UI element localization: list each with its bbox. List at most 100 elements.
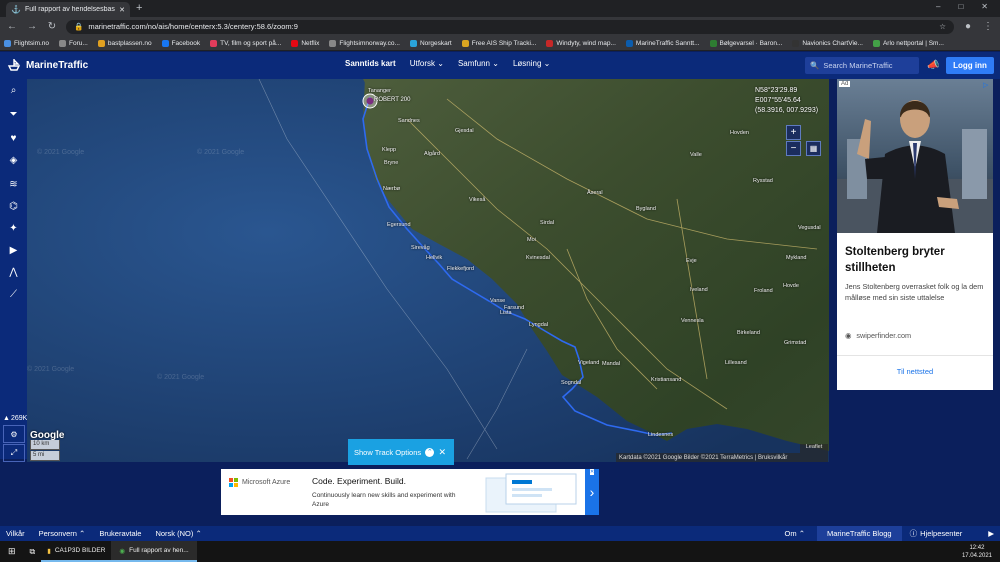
help-icon: ⓘ — [909, 529, 918, 538]
layers-icon[interactable]: ◈ — [0, 151, 27, 169]
address-bar-row: ← → ↻ 🔒 marinetraffic.com/no/ais/home/ce… — [0, 17, 1000, 36]
bookmark-item[interactable]: bastplassen.no — [97, 39, 152, 47]
bookmark-item[interactable]: Netflix — [291, 39, 320, 47]
lock-icon: 🔒 — [74, 22, 84, 31]
side-advertisement[interactable]: Ad ▷ Stoltenberg bryter stillheten Jens … — [837, 79, 993, 390]
close-window-button[interactable]: ✕ — [981, 2, 988, 11]
nav-community[interactable]: Samfunn ⌄ — [458, 59, 499, 68]
close-tab-icon[interactable]: ✕ — [119, 6, 125, 14]
bookmark-label: Foru... — [69, 39, 88, 47]
menu-dots-icon[interactable]: ⋮ — [982, 21, 994, 32]
show-track-options-label: Show Track Options — [354, 447, 422, 457]
filter-icon[interactable]: ⏷ — [0, 105, 27, 123]
new-tab-button[interactable]: + — [136, 2, 142, 14]
bookmark-item[interactable]: TV, film og sport på... — [210, 39, 281, 47]
android-icon[interactable]: ▶ — [982, 529, 1000, 538]
footer-link[interactable]: Personvern ⌃ — [39, 529, 86, 538]
route-icon[interactable]: ⋀ — [0, 263, 27, 281]
maximize-button[interactable]: □ — [958, 2, 963, 11]
bookmark-item[interactable]: Flightsim.no — [4, 39, 50, 47]
bookmark-item[interactable]: Free AIS Ship Tracki... — [461, 39, 536, 47]
leaflet-attribution[interactable]: Leaflet — [800, 444, 828, 453]
ad-cta-link[interactable]: Til nettsted — [837, 367, 993, 376]
analytics-icon[interactable]: ⟋ — [0, 285, 27, 303]
play-icon[interactable]: ▶ — [0, 241, 27, 259]
bookmark-label: Netflix — [301, 39, 320, 47]
google-watermark: © 2021 Google — [157, 374, 205, 381]
nav-solutions[interactable]: Løsning ⌄ — [513, 59, 550, 68]
bookmark-item[interactable]: MarineTraffic Sanntt... — [625, 39, 700, 47]
fullscreen-icon[interactable]: ⤢ — [3, 444, 25, 462]
bookmark-label: Flightsim.no — [14, 39, 50, 47]
back-icon[interactable]: ← — [6, 21, 18, 32]
vessel-label[interactable]: ROBERT 200 — [374, 97, 410, 103]
show-track-options-button[interactable]: Show Track Options ⌃ ✕ — [348, 439, 454, 465]
footer-blog-link[interactable]: MarineTraffic Blogg — [816, 526, 902, 541]
marinetraffic-logo[interactable]: MarineTraffic — [6, 58, 88, 72]
ad-close-icon[interactable]: ✕ — [590, 469, 595, 475]
chevron-up-icon[interactable]: ⌃ — [425, 447, 435, 457]
bottom-advertisement[interactable]: Microsoft Azure Code. Experiment. Build.… — [221, 469, 599, 515]
globe-icon: ◉ — [845, 331, 852, 340]
login-button[interactable]: Logg inn — [946, 57, 994, 74]
zoom-in-button[interactable]: + — [786, 125, 801, 140]
footer-help-link[interactable]: ⓘ Hjelpesenter — [902, 528, 971, 539]
footer-link[interactable]: Norsk (NO) ⌃ — [155, 529, 201, 538]
taskbar-chrome[interactable]: ◉ Full rapport av hen... — [111, 541, 197, 562]
live-map[interactable]: Tananger Sandnes Gjesdal Klepp Bryne Algård Næ… — [27, 79, 829, 462]
search-placeholder: Search MarineTraffic — [823, 61, 893, 70]
footer-link[interactable]: Vilkår — [6, 529, 25, 538]
profile-avatar-icon[interactable]: ● — [962, 21, 974, 32]
task-view-icon[interactable]: ⧉ — [24, 547, 42, 557]
bookmark-item[interactable]: Arlo nettportal | Sm... — [872, 39, 944, 47]
weather-icon[interactable]: ≋ — [0, 175, 27, 193]
bottom-ad-headline: Code. Experiment. Build. — [312, 476, 407, 486]
close-icon[interactable]: ✕ — [438, 447, 446, 458]
taskbar-clock[interactable]: 12:42 17.04.2021 — [962, 544, 1000, 560]
map-place-label: Mykland — [786, 255, 807, 261]
bookmark-label: Navionics ChartVie... — [802, 39, 863, 47]
bookmark-item[interactable]: Facebook — [161, 39, 200, 47]
ad-headline[interactable]: Stoltenberg bryter stillheten — [845, 244, 985, 276]
map-place-label: Hellvik — [426, 255, 443, 261]
footer-right-links: Om ⌃ MarineTraffic Blogg ⓘ Hjelpesenter ▶ — [773, 526, 1000, 541]
forward-icon[interactable]: → — [26, 21, 38, 32]
browser-tab[interactable]: ⚓ Full rapport av hendelsesbasert ✕ — [6, 2, 130, 17]
map-place-label: Valle — [690, 152, 702, 158]
map-place-label: Bryne — [384, 160, 399, 166]
ad-choices-icon[interactable]: ▷ — [983, 81, 988, 89]
star-icon[interactable]: ☆ — [939, 22, 946, 31]
nav-live-map[interactable]: Sanntids kart — [345, 59, 396, 68]
footer-left-links: Vilkår Personvern ⌃ Brukeravtale Norsk (NO)… — [0, 529, 202, 538]
azure-illustration — [485, 473, 577, 513]
minimize-button[interactable]: – — [936, 2, 940, 11]
map-place-label: Vigeland — [578, 360, 600, 366]
bottom-ad-arrow-button[interactable]: › — [585, 469, 599, 515]
search-input[interactable]: 🔍 Search MarineTraffic — [805, 57, 919, 74]
bookmark-item[interactable]: Navionics ChartVie... — [792, 39, 863, 47]
settings-toggle-icon[interactable]: ⚙ — [3, 425, 25, 443]
url-input[interactable]: 🔒 marinetraffic.com/no/ais/home/centerx:… — [66, 19, 954, 34]
footer-link[interactable]: Brukeravtale — [99, 529, 141, 538]
nav-explore[interactable]: Utforsk ⌄ — [410, 59, 444, 68]
search-tool-icon[interactable]: ⌕ — [0, 81, 27, 99]
megaphone-icon[interactable]: 📣 — [927, 60, 939, 71]
map-place-label: Iveland — [690, 287, 708, 293]
zoom-out-button[interactable]: − — [786, 141, 801, 156]
bookmark-item[interactable]: Norgeskart — [409, 39, 452, 47]
satellite-icon[interactable]: ⌬ — [0, 197, 27, 215]
map-type-icon[interactable]: ▦ — [806, 141, 821, 156]
map-place-label: Hovde — [783, 283, 799, 289]
reload-icon[interactable]: ↻ — [46, 21, 58, 32]
bookmark-item[interactable]: Flightsimnorway.co... — [329, 39, 400, 47]
bookmark-item[interactable]: Bølgevarsel · Baron... — [709, 39, 782, 47]
favorites-icon[interactable]: ♥ — [0, 129, 27, 147]
measure-icon[interactable]: ✦ — [0, 219, 27, 237]
bookmark-item[interactable]: Windyty, wind map... — [546, 39, 616, 47]
taskbar-folder[interactable]: ▮ CA1P3D BILDER — [41, 541, 112, 562]
windows-start-icon[interactable]: ⊞ — [0, 546, 24, 557]
footer-about-link[interactable]: Om ⌃ — [773, 529, 817, 538]
map-place-label: Sandnes — [398, 118, 420, 124]
bookmark-item[interactable]: Foru... — [59, 39, 88, 47]
ad-source: ◉ swiperfinder.com — [845, 331, 911, 340]
